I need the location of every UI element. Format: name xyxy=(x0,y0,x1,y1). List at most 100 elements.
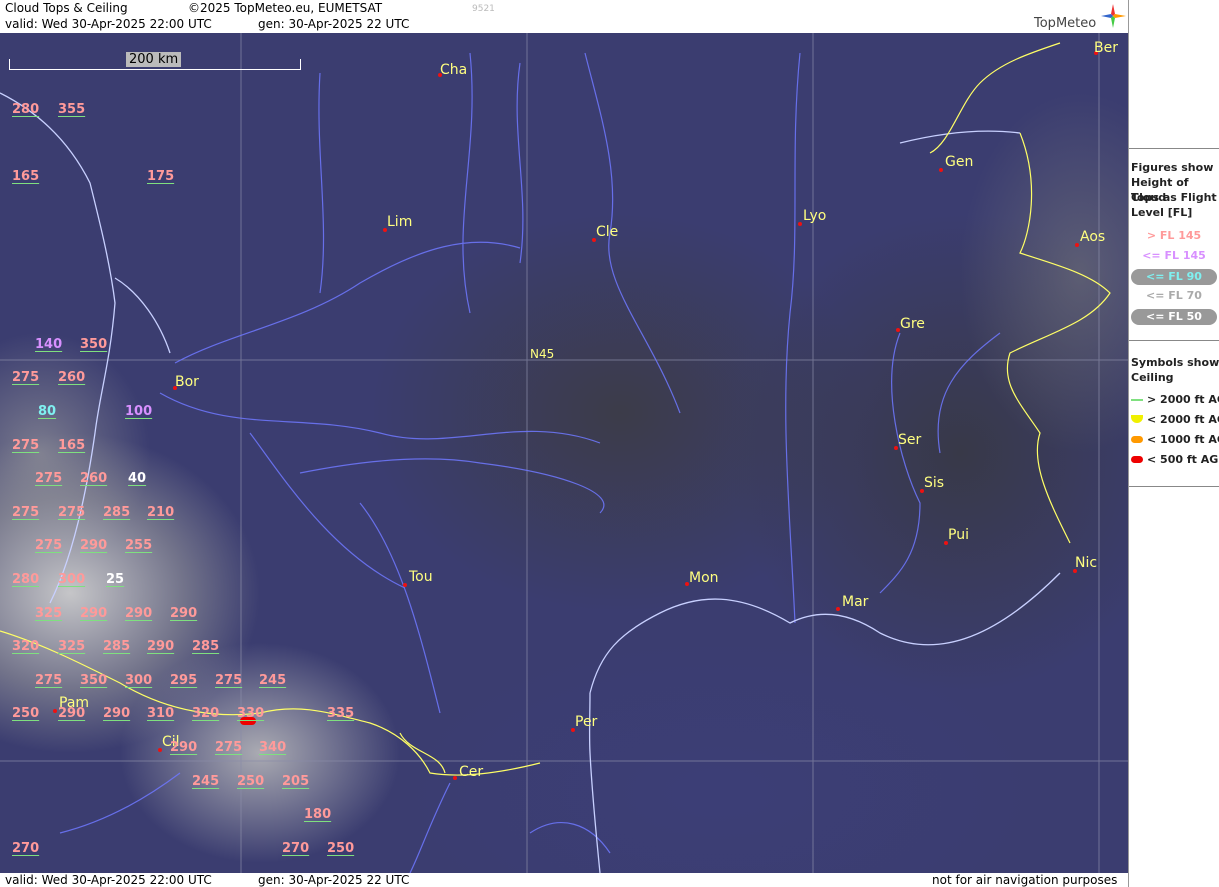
cloud-top-label: 260 xyxy=(80,471,108,486)
city-marker xyxy=(939,168,943,172)
cloud-top-label: 245 xyxy=(259,673,287,688)
legend-title-line: Tops as Flight xyxy=(1131,191,1217,204)
legend-symbol-label: < 2000 ft AGL xyxy=(1147,413,1219,426)
borders xyxy=(0,42,1111,776)
cloud-top-label: 320 xyxy=(12,639,40,654)
city-label: Cer xyxy=(459,764,484,780)
cloud-top-label: 295 xyxy=(170,673,198,688)
cloud-top-label: 335 xyxy=(327,706,355,721)
legend-level: <= FL 50 xyxy=(1131,309,1217,325)
cloud-top-label: 285 xyxy=(103,639,131,654)
satellite-map[interactable]: 200 km N45 Cha Ber Gen Lim Cle Lyo Aos Gre Bor Se… xyxy=(0,33,1128,873)
cloud-top-label: 285 xyxy=(103,505,131,520)
cloud-top-label: 250 xyxy=(327,841,355,856)
legend-level: <= FL 145 xyxy=(1142,249,1206,262)
cloud-top-label: 100 xyxy=(125,404,153,419)
cloud-top-label: 290 xyxy=(80,606,108,621)
generated-time: gen: 30-Apr-2025 22 UTC xyxy=(258,17,410,31)
cloud-top-label: 260 xyxy=(58,370,86,385)
cloud-top-label: 165 xyxy=(58,438,86,453)
cloud-top-label: 290 xyxy=(80,538,108,553)
cloud-top-label: 275 xyxy=(215,673,243,688)
cloud-top-label: 355 xyxy=(58,102,86,117)
legend-divider xyxy=(1129,148,1219,149)
cloud-top-label: 270 xyxy=(282,841,310,856)
cloud-top-label: 300 xyxy=(125,673,153,688)
scale-label: 200 km xyxy=(126,52,182,67)
legend-panel: Figures show Height of Cloud Tops as Fligh… xyxy=(1128,0,1219,887)
cloud-top-label: 290 xyxy=(125,606,153,621)
legend-title-line: Figures show xyxy=(1131,161,1214,174)
cloud-top-label: 330 xyxy=(237,706,265,721)
city-label: Mon xyxy=(689,570,719,586)
cloud-top-label: 275 xyxy=(12,370,40,385)
city-marker xyxy=(1075,243,1079,247)
city-label: Per xyxy=(575,714,598,730)
cloud-top-label: 280 xyxy=(12,102,40,117)
cloud-top-label: 290 xyxy=(103,706,131,721)
footer-valid-time: valid: Wed 30-Apr-2025 22:00 UTC xyxy=(5,873,212,887)
cloud-top-label: 290 xyxy=(58,706,86,721)
cloud-top-label: 285 xyxy=(192,639,220,654)
city-label: Ber xyxy=(1094,40,1118,56)
city-marker xyxy=(403,583,407,587)
cloud-top-label: 325 xyxy=(35,606,63,621)
city-marker xyxy=(453,776,457,780)
city-marker xyxy=(836,607,840,611)
city-label: Ser xyxy=(898,432,922,448)
cloud-top-label: 280 xyxy=(12,572,40,587)
legend-title-line: Ceiling xyxy=(1131,371,1174,384)
city-label: Tou xyxy=(409,569,433,585)
ceiling-symbol-icon xyxy=(1131,436,1143,443)
cloud-top-label: 245 xyxy=(192,774,220,789)
footer-generated-time: gen: 30-Apr-2025 22 UTC xyxy=(258,873,410,887)
cloud-top-label: 270 xyxy=(12,841,40,856)
cloud-top-label: 180 xyxy=(304,807,332,822)
legend-title-line: Level [FL] xyxy=(1131,206,1193,219)
city-label: Cle xyxy=(596,224,619,240)
city-label: Nic xyxy=(1075,555,1098,571)
city-label: Lyo xyxy=(803,208,827,224)
cloud-top-label: 350 xyxy=(80,673,108,688)
ceiling-symbol-icon xyxy=(1131,415,1143,423)
cloud-top-label: 275 xyxy=(215,740,243,755)
valid-time: valid: Wed 30-Apr-2025 22:00 UTC xyxy=(5,17,212,31)
legend-level: <= FL 70 xyxy=(1146,289,1202,302)
city-label: Sis xyxy=(924,475,945,491)
ceiling-symbol-icon xyxy=(1131,399,1143,401)
cloud-top-label: 25 xyxy=(106,572,125,587)
cloud-top-label: 290 xyxy=(170,740,198,755)
cloud-top-label: 340 xyxy=(259,740,287,755)
legend-level: > FL 145 xyxy=(1146,229,1202,242)
ceiling-symbol-icon xyxy=(1131,456,1143,463)
cloud-top-label: 275 xyxy=(12,438,40,453)
cloud-top-label: 250 xyxy=(12,706,40,721)
cloud-top-label: 350 xyxy=(80,337,108,352)
disclaimer-text: not for air navigation purposes xyxy=(932,873,1118,887)
city-label: Aos xyxy=(1080,229,1106,245)
cloud-top-label: 165 xyxy=(12,169,40,184)
city-label: Gre xyxy=(900,316,925,332)
cloud-top-label: 205 xyxy=(282,774,310,789)
cloud-top-label: 320 xyxy=(192,706,220,721)
cloud-top-label: 275 xyxy=(35,538,63,553)
legend-title-line: Symbols show xyxy=(1131,356,1219,369)
legend-level: <= FL 90 xyxy=(1131,269,1217,285)
legend-divider xyxy=(1129,486,1219,487)
cloud-top-label: 40 xyxy=(128,471,147,486)
compass-logo-icon xyxy=(1101,4,1126,28)
cloud-top-label: 310 xyxy=(147,706,175,721)
cloud-top-label: 210 xyxy=(147,505,175,520)
city-label: Cha xyxy=(440,62,468,78)
rivers xyxy=(59,52,1001,873)
footer-bar: valid: Wed 30-Apr-2025 22:00 UTC gen: 30… xyxy=(0,873,1128,887)
cloud-top-label: 275 xyxy=(35,471,63,486)
cloud-top-label: 255 xyxy=(125,538,153,553)
legend-symbol-label: > 2000 ft AGL xyxy=(1147,393,1219,406)
coastlines xyxy=(0,92,1061,873)
cloud-top-label: 275 xyxy=(58,505,86,520)
city-label: Gen xyxy=(945,154,974,170)
image-code: 9521 xyxy=(472,4,495,14)
legend-symbol-label: < 500 ft AGL xyxy=(1147,453,1219,466)
cloud-top-label: 325 xyxy=(58,639,86,654)
